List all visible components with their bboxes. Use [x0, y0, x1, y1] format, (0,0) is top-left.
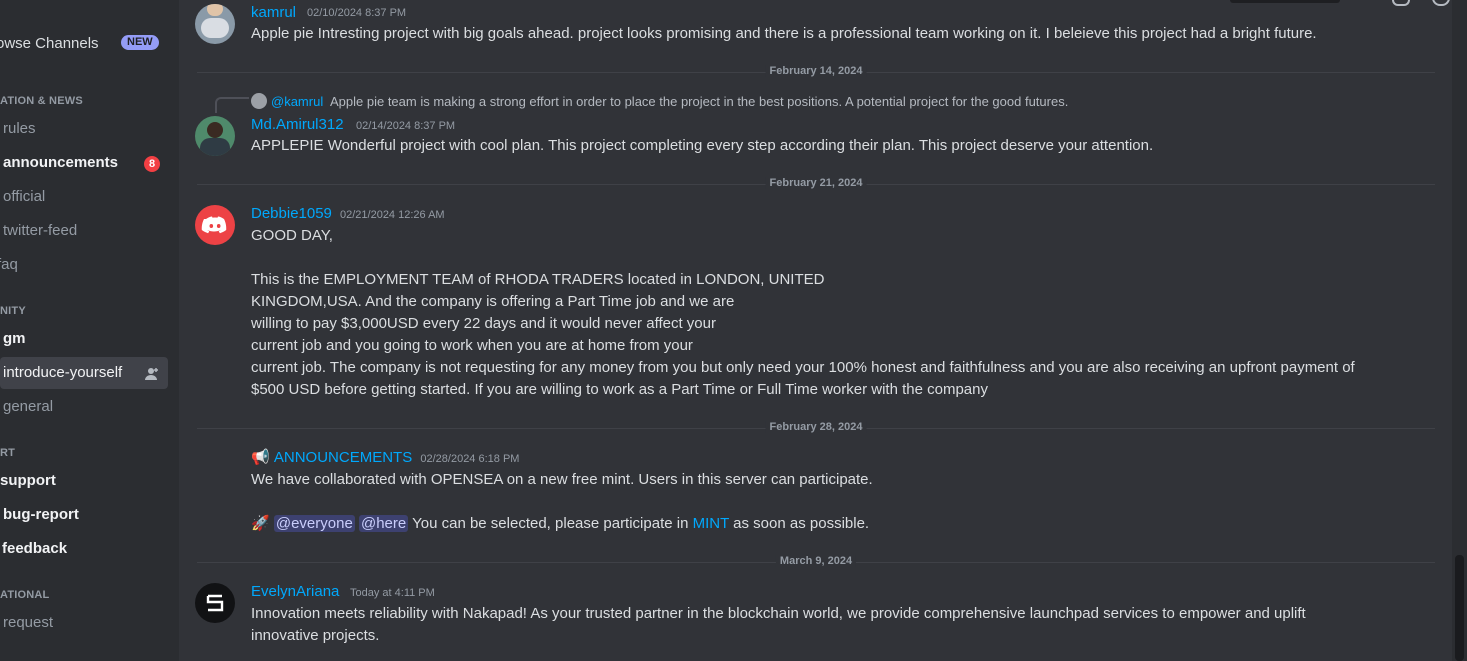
message-text-segment: as soon as possible. [733, 515, 870, 532]
date-divider-label: March 9, 2024 [775, 555, 857, 567]
channel-sidebar: owse Channels NEW ATION & NEWS rules ann… [0, 0, 179, 661]
message-line: GOOD DAY, [251, 227, 333, 244]
channel-bug-report[interactable]: bug-report [0, 499, 168, 531]
chat-scrollbar-thumb[interactable] [1455, 555, 1464, 661]
message-timestamp: 02/10/2024 8:37 PM [307, 7, 407, 19]
message-line: $500 USD before getting started. If you … [251, 381, 988, 398]
channel-feedback[interactable]: feedback [0, 533, 168, 565]
channel-support[interactable]: support [0, 465, 168, 497]
message-line: willing to pay $3,000USD every 22 days a… [251, 315, 716, 332]
message-author[interactable]: kamrul [251, 4, 296, 21]
mint-link[interactable]: MINT [693, 515, 729, 532]
channel-announcements[interactable]: announcements 8 [0, 147, 168, 179]
channel-introduce-yourself[interactable]: introduce-yourself [0, 357, 168, 389]
channel-rules[interactable]: rules [0, 113, 168, 145]
message-line: innovative projects. [251, 627, 380, 644]
new-badge: NEW [121, 35, 159, 50]
channel-label: announcements [3, 154, 119, 171]
channel-general[interactable]: general [0, 391, 168, 423]
message-text: Apple pie Intresting project with big go… [251, 25, 1317, 42]
date-divider: February 21, 2024 [197, 177, 1435, 189]
date-divider-label: February 14, 2024 [765, 65, 867, 77]
rocket-icon: 🚀 [251, 515, 270, 532]
reply-author[interactable]: @kamrul [271, 94, 323, 109]
message-author[interactable]: EvelynAriana [251, 583, 339, 600]
message-line: current job and you going to work when y… [251, 337, 693, 354]
channel-official[interactable]: official [0, 181, 168, 213]
date-divider: February 28, 2024 [197, 421, 1435, 433]
message-text: We have collaborated with OPENSEA on a n… [251, 471, 873, 488]
inbox-icon[interactable] [1392, 0, 1410, 6]
message-line: Innovation meets reliability with Nakapa… [251, 605, 1306, 622]
megaphone-icon: 📢 [251, 449, 270, 466]
category-other[interactable]: ATIONAL [0, 589, 49, 601]
avatar-evelyn[interactable] [195, 583, 235, 623]
message-text: APPLEPIE Wonderful project with cool pla… [251, 137, 1154, 154]
reply-preview-text[interactable]: Apple pie team is making a strong effort… [330, 94, 1068, 109]
message-line: current job. The company is not requesti… [251, 359, 1355, 376]
message-author[interactable]: Md.Amirul312 [251, 116, 344, 133]
channel-label: support [0, 472, 56, 489]
message-text-segment: You can be selected, please participate … [412, 515, 689, 532]
channel-label: twitter-feed [3, 222, 78, 239]
channel-label: request [3, 614, 54, 631]
message-timestamp: Today at 4:11 PM [350, 587, 435, 599]
channel-label: general [3, 398, 54, 415]
announcement-header: 📢 ANNOUNCEMENTS 02/28/2024 6:18 PM [251, 447, 519, 470]
message-line: KINGDOM,USA. And the company is offering… [251, 293, 735, 310]
channel-gm[interactable]: gm [0, 323, 168, 355]
channel-label: official [3, 188, 46, 205]
everyone-mention[interactable]: @everyone [273, 515, 355, 532]
message-timestamp: 02/21/2024 12:26 AM [340, 209, 445, 221]
category-support[interactable]: RT [0, 447, 15, 459]
here-mention[interactable]: @here [358, 515, 409, 532]
message-line: 🚀 @everyone @here You can be selected, p… [251, 513, 869, 535]
channel-request[interactable]: request [0, 607, 168, 639]
reply-connector [215, 97, 249, 113]
channel-label: gm [3, 330, 26, 347]
browse-channels[interactable]: owse Channels NEW [0, 27, 168, 59]
date-divider: February 14, 2024 [197, 65, 1435, 77]
add-member-icon[interactable] [144, 366, 160, 382]
channel-label: faq [0, 256, 18, 273]
help-icon[interactable] [1432, 0, 1450, 6]
channel-label: bug-report [3, 506, 79, 523]
message-timestamp: 02/28/2024 6:18 PM [420, 453, 520, 465]
avatar-kamrul[interactable] [195, 4, 235, 44]
message-timestamp: 02/14/2024 8:37 PM [356, 120, 456, 132]
mention-count-badge: 8 [144, 156, 160, 172]
search-bar-fragment[interactable] [1230, 0, 1340, 3]
avatar-amirul[interactable] [195, 116, 235, 156]
channel-faq[interactable]: faq [0, 249, 168, 281]
message-author[interactable]: Debbie1059 [251, 205, 332, 222]
channel-label: introduce-yourself [3, 364, 123, 381]
channel-twitter-feed[interactable]: twitter-feed [0, 215, 168, 247]
date-divider: March 9, 2024 [197, 555, 1435, 567]
category-info[interactable]: ATION & NEWS [0, 95, 83, 107]
discord-logo-icon [201, 216, 227, 234]
message-line: This is the EMPLOYMENT TEAM of RHODA TRA… [251, 271, 825, 288]
reply-avatar[interactable] [251, 93, 267, 109]
message-author[interactable]: ANNOUNCEMENTS [274, 449, 412, 466]
category-community[interactable]: NITY [0, 305, 26, 317]
channel-label: rules [3, 120, 36, 137]
avatar-debbie[interactable] [195, 205, 235, 245]
date-divider-label: February 21, 2024 [765, 177, 867, 189]
date-divider-label: February 28, 2024 [765, 421, 867, 433]
browse-channels-label: owse Channels [0, 35, 99, 52]
channel-label: feedback [2, 540, 68, 557]
nakapad-logo-icon [206, 594, 224, 612]
